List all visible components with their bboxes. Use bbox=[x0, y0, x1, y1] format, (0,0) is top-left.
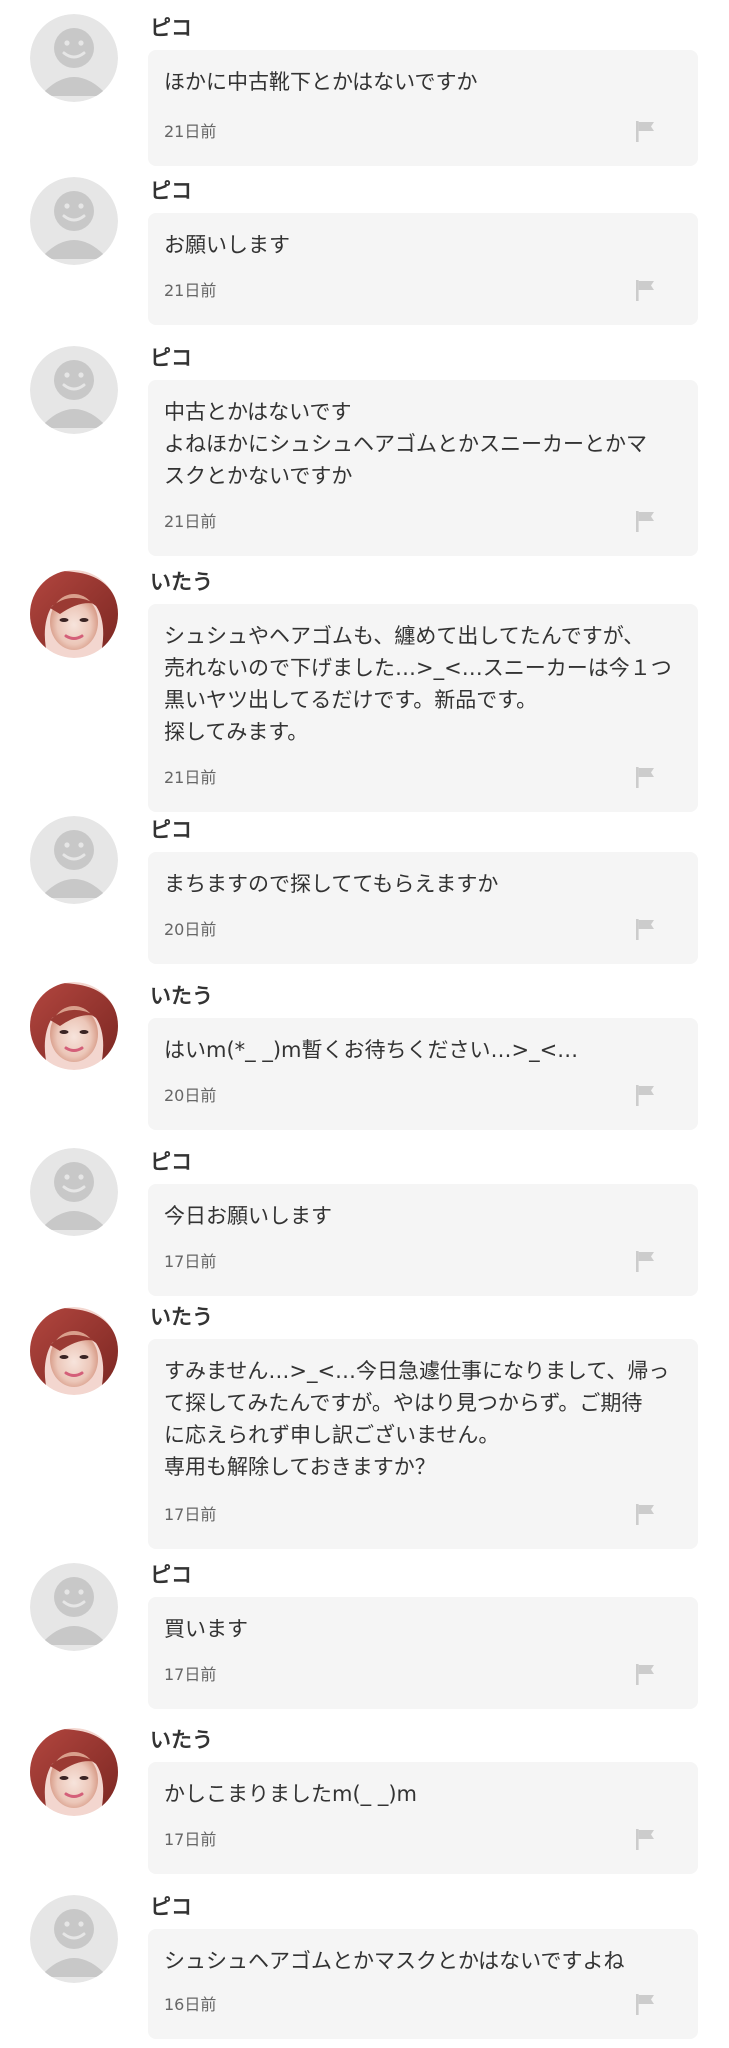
timestamp: 20日前 bbox=[164, 1086, 217, 1105]
sender-name[interactable]: いたう bbox=[150, 570, 213, 594]
timestamp: 21日前 bbox=[164, 281, 217, 300]
message-text: 今日お願いします bbox=[164, 1204, 332, 1228]
message-item: ピコ シュシュヘアゴムとかマスクとかはないですよね 16日前 bbox=[0, 1893, 729, 2043]
sender-name[interactable]: いたう bbox=[150, 1728, 213, 1752]
timestamp: 21日前 bbox=[164, 512, 217, 531]
message-bubble: シュシュやヘアゴムも、纏めて出してたんですが、 売れないので下げました…>_<…… bbox=[148, 604, 698, 812]
timestamp: 21日前 bbox=[164, 122, 217, 141]
message-text: お願いします bbox=[164, 233, 290, 257]
flag-icon[interactable] bbox=[634, 1993, 656, 2015]
sender-name[interactable]: いたう bbox=[150, 984, 213, 1008]
flag-icon[interactable] bbox=[634, 1663, 656, 1685]
message-item: ピコ 今日お願いします 17日前 bbox=[0, 1146, 729, 1296]
message-item: ピコ お願いします 21日前 bbox=[0, 173, 729, 329]
user-photo-avatar[interactable] bbox=[30, 570, 118, 658]
default-avatar-icon[interactable] bbox=[30, 1895, 118, 1983]
flag-icon[interactable] bbox=[634, 510, 656, 532]
message-text: はいm(*_ _)m暫くお待ちください…>_<… bbox=[164, 1038, 579, 1062]
default-avatar-icon[interactable] bbox=[30, 1563, 118, 1651]
message-text: 買います bbox=[164, 1617, 248, 1641]
message-text: 中古とかはないです よねほかにシュシュヘアゴムとかスニーカーとかマ スクとかない… bbox=[164, 400, 647, 488]
user-photo-avatar[interactable] bbox=[30, 1307, 118, 1395]
sender-name[interactable]: ピコ bbox=[150, 818, 192, 842]
message-item: いたう シュシュやヘアゴムも、纏めて出してたんですが、 売れないので下げました…… bbox=[0, 570, 729, 814]
user-photo-avatar[interactable] bbox=[30, 1728, 118, 1816]
sender-name[interactable]: いたう bbox=[150, 1305, 213, 1329]
message-bubble: かしこまりましたm(_ _)m 17日前 bbox=[148, 1762, 698, 1874]
message-item: ピコ ほかに中古靴下とかはないですか 21日前 bbox=[0, 10, 729, 166]
flag-icon[interactable] bbox=[634, 1503, 656, 1525]
sender-name[interactable]: ピコ bbox=[150, 346, 192, 370]
message-item: いたう すみません…>_<…今日急遽仕事になりまして、帰っ て探してみたんですが… bbox=[0, 1303, 729, 1549]
message-item: ピコ まちますので探しててもらえますか 20日前 bbox=[0, 816, 729, 964]
timestamp: 16日前 bbox=[164, 1995, 217, 2014]
message-bubble: まちますので探しててもらえますか 20日前 bbox=[148, 852, 698, 964]
flag-icon[interactable] bbox=[634, 1250, 656, 1272]
timestamp: 17日前 bbox=[164, 1830, 217, 1849]
message-item: いたう かしこまりましたm(_ _)m 17日前 bbox=[0, 1726, 729, 1876]
timestamp: 20日前 bbox=[164, 920, 217, 939]
timestamp: 17日前 bbox=[164, 1252, 217, 1271]
message-bubble: お願いします 21日前 bbox=[148, 213, 698, 325]
user-photo-avatar[interactable] bbox=[30, 982, 118, 1070]
timestamp: 21日前 bbox=[164, 768, 217, 787]
message-item: ピコ 買います 17日前 bbox=[0, 1561, 729, 1709]
default-avatar-icon[interactable] bbox=[30, 177, 118, 265]
message-text: まちますので探しててもらえますか bbox=[164, 872, 499, 896]
flag-icon[interactable] bbox=[634, 918, 656, 940]
timestamp: 17日前 bbox=[164, 1505, 217, 1524]
message-text: シュシュやヘアゴムも、纏めて出してたんですが、 売れないので下げました…>_<…… bbox=[164, 624, 672, 744]
flag-icon[interactable] bbox=[634, 120, 656, 142]
message-bubble: 買います 17日前 bbox=[148, 1597, 698, 1709]
message-bubble: シュシュヘアゴムとかマスクとかはないですよね 16日前 bbox=[148, 1929, 698, 2039]
sender-name[interactable]: ピコ bbox=[150, 1150, 192, 1174]
timestamp: 17日前 bbox=[164, 1665, 217, 1684]
default-avatar-icon[interactable] bbox=[30, 346, 118, 434]
message-bubble: すみません…>_<…今日急遽仕事になりまして、帰っ て探してみたんですが。やはり… bbox=[148, 1339, 698, 1549]
sender-name[interactable]: ピコ bbox=[150, 1563, 192, 1587]
flag-icon[interactable] bbox=[634, 1828, 656, 1850]
flag-icon[interactable] bbox=[634, 1084, 656, 1106]
message-item: ピコ 中古とかはないです よねほかにシュシュヘアゴムとかスニーカーとかマ スクと… bbox=[0, 340, 729, 556]
message-bubble: 中古とかはないです よねほかにシュシュヘアゴムとかスニーカーとかマ スクとかない… bbox=[148, 380, 698, 556]
message-bubble: ほかに中古靴下とかはないですか 21日前 bbox=[148, 50, 698, 166]
message-text: すみません…>_<…今日急遽仕事になりまして、帰っ て探してみたんですが。やはり… bbox=[164, 1359, 670, 1479]
message-text: かしこまりましたm(_ _)m bbox=[164, 1782, 417, 1806]
message-text: シュシュヘアゴムとかマスクとかはないですよね bbox=[164, 1949, 625, 1973]
default-avatar-icon[interactable] bbox=[30, 816, 118, 904]
flag-icon[interactable] bbox=[634, 766, 656, 788]
message-text: ほかに中古靴下とかはないですか bbox=[164, 70, 478, 94]
message-item: いたう はいm(*_ _)m暫くお待ちください…>_<… 20日前 bbox=[0, 980, 729, 1130]
message-bubble: はいm(*_ _)m暫くお待ちください…>_<… 20日前 bbox=[148, 1018, 698, 1130]
default-avatar-icon[interactable] bbox=[30, 14, 118, 102]
sender-name[interactable]: ピコ bbox=[150, 1895, 192, 1919]
sender-name[interactable]: ピコ bbox=[150, 179, 192, 203]
flag-icon[interactable] bbox=[634, 279, 656, 301]
sender-name[interactable]: ピコ bbox=[150, 16, 192, 40]
default-avatar-icon[interactable] bbox=[30, 1148, 118, 1236]
message-bubble: 今日お願いします 17日前 bbox=[148, 1184, 698, 1296]
